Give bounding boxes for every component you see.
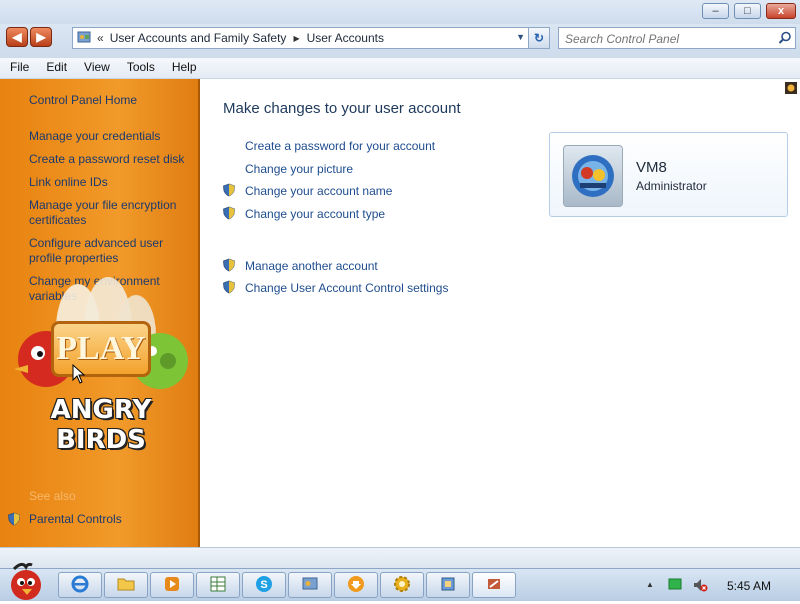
page-title: Make changes to your user account (223, 100, 461, 117)
account-name: VM8 (636, 159, 667, 176)
avatar[interactable] (563, 145, 623, 207)
show-hidden-icons-button[interactable]: ▲ (646, 580, 654, 589)
see-also-heading: See also (29, 489, 76, 503)
title-bar: – □ x (0, 0, 800, 24)
folder-icon (117, 576, 135, 595)
sidebar-parental-controls-row[interactable]: Parental Controls (7, 512, 187, 528)
search-input[interactable] (563, 29, 777, 49)
taskbar-item-tools[interactable] (472, 572, 516, 598)
system-tray: ▲ 5:45 AM (640, 569, 800, 601)
spreadsheet-icon (209, 575, 227, 596)
clock[interactable]: 5:45 AM (727, 579, 771, 593)
forward-button[interactable]: ▶ (30, 27, 52, 47)
sidebar-control-panel-home[interactable]: Control Panel Home (29, 93, 189, 108)
menu-bar: File Edit View Tools Help (0, 58, 800, 79)
menu-view[interactable]: View (74, 58, 117, 78)
sidebar-parental-controls[interactable]: Parental Controls (29, 512, 122, 526)
menu-help[interactable]: Help (162, 58, 204, 78)
refresh-icon[interactable]: ↻ (528, 28, 549, 48)
svg-text:S: S (260, 579, 267, 591)
shield-icon (222, 258, 236, 272)
play-button[interactable]: PLAY (51, 321, 151, 377)
download-icon (347, 575, 365, 596)
task-pane: Control Panel Home Manage your credentia… (0, 79, 200, 547)
angry-birds-overlay: PLAY ANGRY BIRDS (8, 269, 194, 455)
breadcrumb-chevron[interactable]: « (97, 31, 104, 45)
taskbar-item-media-player[interactable] (150, 572, 194, 598)
taskbar: S ▲ 5:45 AM (0, 562, 800, 601)
menu-file[interactable]: File (0, 58, 36, 78)
taskbar-item-spreadsheet[interactable] (196, 572, 240, 598)
sidebar-link-online-ids[interactable]: Link online IDs (29, 175, 189, 190)
search-box (558, 27, 796, 49)
task-change-account-type[interactable]: Change your account type (245, 207, 385, 221)
media-player-icon (163, 575, 181, 596)
sidebar-advanced-profile[interactable]: Configure advanced user profile properti… (29, 236, 189, 266)
sidebar-password-reset-disk[interactable]: Create a password reset disk (29, 152, 189, 167)
breadcrumb-item[interactable]: User Accounts (307, 31, 384, 45)
user-accounts-icon (439, 575, 457, 596)
navigation-bar: ◀ ▶ « User Accounts and Family Safety ▶ … (0, 24, 800, 58)
shield-icon (222, 280, 236, 294)
status-bar (0, 547, 800, 569)
volume-muted-icon[interactable] (692, 577, 708, 596)
menu-edit[interactable]: Edit (36, 58, 74, 78)
sidebar-file-encryption[interactable]: Manage your file encryption certificates (29, 198, 189, 228)
taskbar-item-internet-explorer[interactable] (58, 572, 102, 598)
task-create-password[interactable]: Create a password for your account (245, 139, 435, 153)
address-dropdown-icon[interactable]: ▼ (516, 32, 525, 42)
control-panel-icon (77, 30, 91, 47)
shield-icon (7, 512, 21, 529)
start-button-angry-bird-icon[interactable] (4, 561, 48, 601)
back-button[interactable]: ◀ (6, 27, 28, 47)
breadcrumb-separator[interactable]: ▶ (293, 34, 299, 43)
minimize-button[interactable]: – (702, 3, 729, 19)
close-button[interactable]: x (766, 3, 796, 19)
taskbar-item-download[interactable] (334, 572, 378, 598)
search-icon[interactable] (778, 31, 792, 48)
sidebar-manage-credentials[interactable]: Manage your credentials (29, 129, 189, 144)
control-panel-icon (301, 575, 319, 596)
skype-icon: S (255, 575, 273, 596)
taskbar-item-control-panel[interactable] (288, 572, 332, 598)
maximize-button[interactable]: □ (734, 3, 761, 19)
shield-icon (222, 206, 236, 220)
app-corner-icon[interactable] (784, 81, 798, 98)
mouse-cursor-icon (72, 363, 86, 387)
address-field[interactable]: « User Accounts and Family Safety ▶ User… (72, 27, 550, 49)
taskbar-item-user-accounts[interactable] (426, 572, 470, 598)
task-change-account-name[interactable]: Change your account name (245, 184, 392, 198)
internet-explorer-icon (71, 575, 89, 596)
task-manage-another-account[interactable]: Manage another account (245, 259, 378, 273)
tools-icon (485, 575, 503, 596)
shield-icon (222, 183, 236, 197)
breadcrumb-item[interactable]: User Accounts and Family Safety (110, 31, 287, 45)
task-uac-settings[interactable]: Change User Account Control settings (245, 281, 448, 295)
taskbar-item-skype[interactable]: S (242, 572, 286, 598)
settings-gear-icon (393, 575, 411, 596)
angry-birds-logo: ANGRY BIRDS (50, 395, 152, 455)
account-card: VM8 Administrator (549, 132, 788, 217)
taskbar-item-settings[interactable] (380, 572, 424, 598)
network-status-icon[interactable] (668, 577, 682, 594)
main-content: Make changes to your user account Create… (200, 79, 800, 547)
user-accounts-window: – □ x ◀ ▶ « User Accounts and Family Saf… (0, 0, 800, 569)
menu-tools[interactable]: Tools (117, 58, 162, 78)
account-role: Administrator (636, 179, 707, 193)
taskbar-item-explorer[interactable] (104, 572, 148, 598)
task-change-picture[interactable]: Change your picture (245, 162, 353, 176)
